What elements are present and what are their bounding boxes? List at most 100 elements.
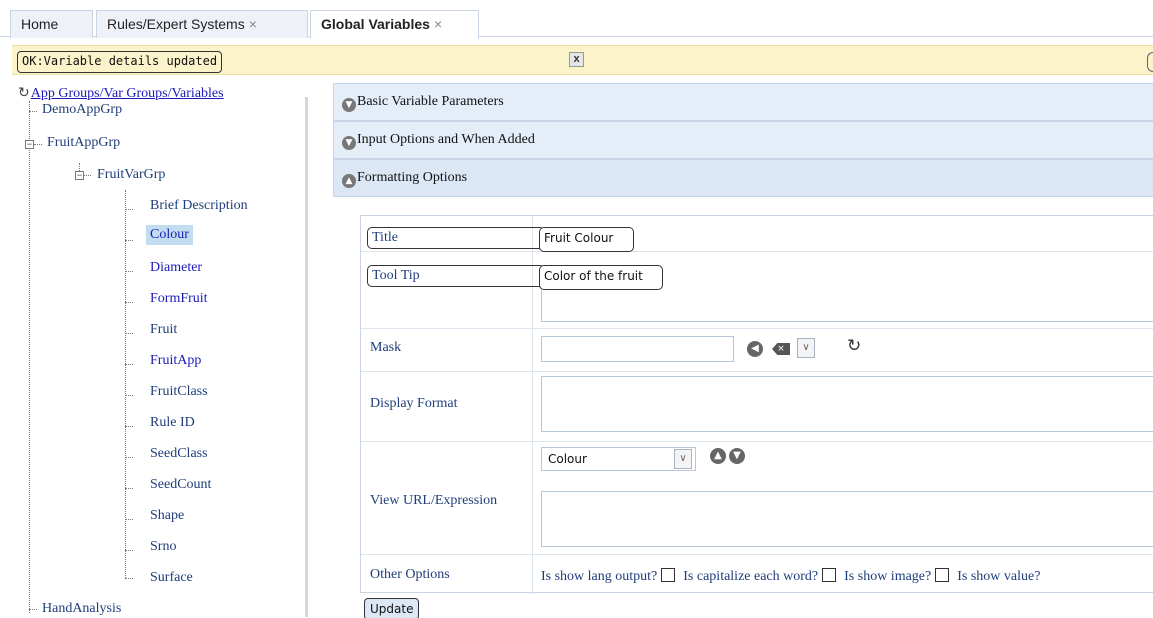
- tree-node-variable[interactable]: Srno: [150, 539, 176, 555]
- tree-node-demoappgrp[interactable]: DemoAppGrp: [42, 102, 122, 118]
- form-divider: [361, 328, 1153, 329]
- title-input[interactable]: Fruit Colour: [539, 227, 634, 252]
- tab-strip: Home Rules/Expert Systems × Global Variab…: [0, 10, 1153, 39]
- tree-line: [125, 240, 133, 241]
- tree-node-variable[interactable]: FruitClass: [150, 384, 208, 400]
- collapse-icon[interactable]: −: [25, 140, 34, 149]
- status-bar: OK:Variable details updated x: [12, 45, 1153, 75]
- option-capitalize-label: Is capitalize each word?: [683, 569, 819, 584]
- refresh-icon[interactable]: ↻: [847, 336, 861, 356]
- display-format-label: Display Format: [370, 396, 458, 411]
- tree-line: [125, 364, 133, 365]
- tree-node-variable[interactable]: Brief Description: [150, 198, 248, 214]
- chevron-up-icon: ▲: [342, 174, 356, 188]
- tooltip-input[interactable]: Color of the fruit: [539, 265, 663, 290]
- tree-line: [125, 578, 133, 579]
- tree-node-variable[interactable]: SeedClass: [150, 446, 208, 462]
- tree-line: [125, 519, 133, 520]
- view-field-select-value: Colour: [548, 452, 587, 466]
- update-button[interactable]: Update: [364, 598, 420, 618]
- tree-node-variable[interactable]: Rule ID: [150, 415, 195, 431]
- tree-node-handanalysis[interactable]: HandAnalysis: [42, 601, 121, 617]
- tree-node-variable[interactable]: FormFruit: [150, 291, 208, 307]
- tree-line: [29, 609, 37, 610]
- chevron-left-icon[interactable]: ◀: [747, 341, 763, 357]
- status-right-control[interactable]: [1147, 52, 1153, 72]
- backspace-icon[interactable]: ×: [772, 343, 790, 355]
- form-divider: [361, 441, 1153, 442]
- formatting-form: Title Fruit Colour Tool Tip Color of the…: [360, 215, 1153, 594]
- tree-line: [125, 457, 133, 458]
- status-message: OK:Variable details updated: [17, 51, 223, 73]
- title-label: Title: [367, 227, 545, 249]
- tree-node-variable[interactable]: Fruit: [150, 322, 177, 338]
- tree-line: [125, 426, 133, 427]
- tree-node-variable[interactable]: Shape: [150, 508, 184, 524]
- tab-global-variables-label: Global Variables: [321, 16, 430, 32]
- tree-line: [29, 101, 30, 613]
- tooltip-label: Tool Tip: [367, 265, 545, 287]
- tree-line: [125, 333, 133, 334]
- view-field-select[interactable]: Colour: [541, 447, 696, 471]
- tree-node-variable[interactable]: SeedCount: [150, 477, 211, 493]
- view-url-input[interactable]: [541, 491, 1153, 547]
- tree-root-link[interactable]: ↻App Groups/Var Groups/Variables: [18, 85, 224, 102]
- tree-line: [125, 395, 133, 396]
- chevron-down-icon: ▼: [342, 98, 356, 112]
- move-down-icon[interactable]: ▼: [729, 448, 745, 464]
- option-show-lang-label: Is show lang output?: [541, 569, 658, 584]
- tree-node-fruitappgrp[interactable]: FruitAppGrp: [47, 135, 120, 151]
- chevron-down-icon: ▼: [342, 136, 356, 150]
- tree-node-variable[interactable]: Surface: [150, 570, 193, 586]
- tree-node-variable[interactable]: FruitApp: [150, 353, 201, 369]
- move-up-icon[interactable]: ▲: [710, 448, 726, 464]
- option-show-value-label: Is show value?: [957, 569, 1041, 584]
- tree-node-fruitvargrp[interactable]: FruitVarGrp: [97, 167, 165, 183]
- tree-line: [29, 111, 37, 112]
- form-divider: [361, 554, 1153, 555]
- tree-line: [34, 144, 42, 145]
- show-image-checkbox[interactable]: [935, 568, 950, 582]
- form-divider: [361, 371, 1153, 372]
- section-input-options[interactable]: ▼ Input Options and When Added: [333, 121, 1153, 159]
- tab-home[interactable]: Home: [10, 10, 93, 38]
- display-format-input[interactable]: [541, 376, 1153, 432]
- show-lang-checkbox[interactable]: [661, 568, 676, 582]
- mask-input[interactable]: [541, 336, 734, 362]
- tree-line: [83, 175, 91, 176]
- mask-dropdown-button[interactable]: ∨: [797, 338, 815, 358]
- tree-line: [125, 550, 133, 551]
- tree-line: [125, 209, 133, 210]
- tree-node-variable-selected[interactable]: Colour: [146, 225, 193, 245]
- close-tab-icon[interactable]: ×: [434, 16, 442, 32]
- tab-rules-expert-systems[interactable]: Rules/Expert Systems ×: [96, 10, 308, 38]
- section-formatting-options[interactable]: ▲ Formatting Options: [333, 159, 1153, 197]
- tooltip-textarea[interactable]: [541, 290, 1153, 322]
- tab-rules-label: Rules/Expert Systems: [107, 16, 245, 32]
- tree-root-label: App Groups/Var Groups/Variables: [30, 86, 224, 101]
- variable-tree: ↻App Groups/Var Groups/Variables − DemoA…: [10, 85, 310, 618]
- section-basic-label: Basic Variable Parameters: [357, 94, 504, 109]
- tree-line: [125, 488, 133, 489]
- tree-node-variable[interactable]: Diameter: [150, 260, 202, 276]
- tab-bar: Home Rules/Expert Systems × Global Variab…: [0, 0, 1153, 45]
- refresh-icon[interactable]: ↻: [18, 85, 30, 102]
- tab-global-variables[interactable]: Global Variables ×: [310, 10, 479, 39]
- other-options-label: Other Options: [370, 567, 450, 582]
- mask-label: Mask: [370, 340, 402, 355]
- collapse-icon[interactable]: −: [75, 171, 84, 180]
- section-basic-variable-parameters[interactable]: ▼ Basic Variable Parameters: [333, 83, 1153, 121]
- view-url-label: View URL/Expression: [370, 493, 498, 508]
- other-options-group: Is show lang output? Is capitalize each w…: [541, 568, 1040, 585]
- section-formatting-label: Formatting Options: [357, 170, 468, 185]
- capitalize-checkbox[interactable]: [822, 568, 837, 582]
- tree-line: [125, 302, 133, 303]
- section-input-label: Input Options and When Added: [357, 132, 535, 147]
- chevron-down-icon[interactable]: ∨: [674, 449, 692, 469]
- close-tab-icon[interactable]: ×: [249, 16, 257, 32]
- form-divider: [361, 251, 1153, 252]
- tree-line: [125, 271, 133, 272]
- option-show-image-label: Is show image?: [844, 569, 932, 584]
- tab-home-label: Home: [21, 16, 59, 32]
- close-status-button[interactable]: x: [569, 52, 584, 67]
